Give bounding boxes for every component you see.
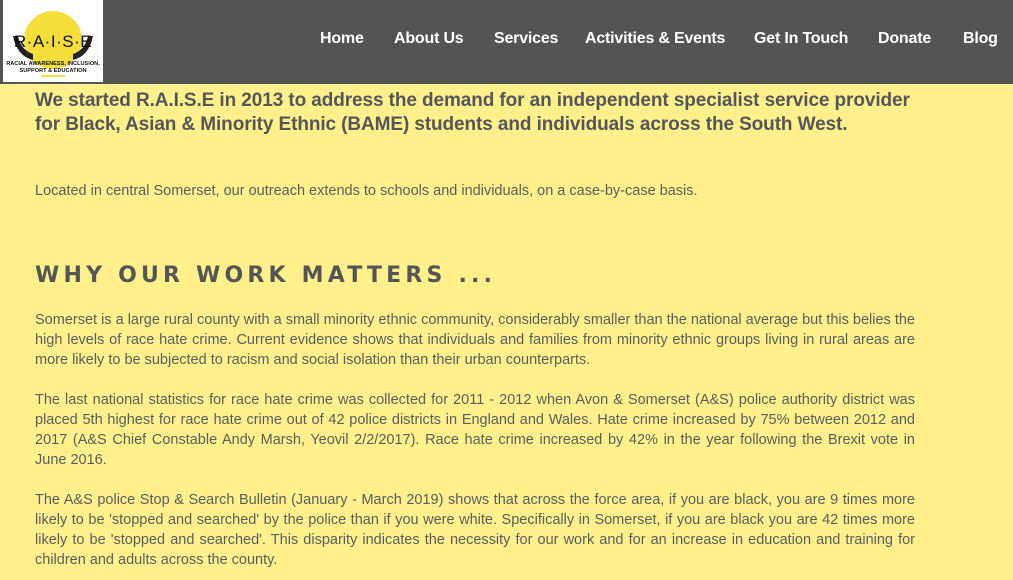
logo-title: R·A·I·S·E bbox=[14, 32, 92, 51]
body-paragraph-statistics: The last national statistics for race ha… bbox=[35, 392, 915, 468]
nav-item-blog[interactable]: Blog bbox=[963, 30, 998, 52]
body-paragraph-stop-search: The A&S police Stop & Search Bulletin (J… bbox=[35, 492, 915, 568]
body-paragraph-rural-county: Somerset is a large rural county with a … bbox=[35, 312, 915, 368]
nav-item-home[interactable]: Home bbox=[320, 30, 364, 52]
nav-item-get-in-touch[interactable]: Get In Touch bbox=[754, 30, 848, 52]
raise-logo-icon: R·A·I·S·E RACIAL AWARENESS, INCLUSION, S… bbox=[6, 11, 100, 77]
logo-tagline-line2: SUPPORT & EDUCATION bbox=[19, 68, 86, 74]
site-header: R·A·I·S·E RACIAL AWARENESS, INCLUSION, S… bbox=[0, 0, 1013, 84]
logo-tagline-line1: RACIAL AWARENESS, INCLUSION, bbox=[6, 61, 100, 67]
nav-item-activities-events[interactable]: Activities & Events bbox=[585, 30, 725, 52]
intro-statement: We started R.A.I.S.E in 2013 to address … bbox=[35, 90, 910, 135]
nav-item-about-us[interactable]: About Us bbox=[394, 30, 464, 52]
nav-item-donate[interactable]: Donate bbox=[878, 30, 931, 52]
section-heading: WHY OUR WORK MATTERS ... bbox=[35, 263, 497, 288]
location-text: Located in central Somerset, our outreac… bbox=[35, 183, 698, 199]
nav-item-services[interactable]: Services bbox=[494, 30, 558, 52]
raise-logo[interactable]: R·A·I·S·E RACIAL AWARENESS, INCLUSION, S… bbox=[3, 0, 103, 82]
